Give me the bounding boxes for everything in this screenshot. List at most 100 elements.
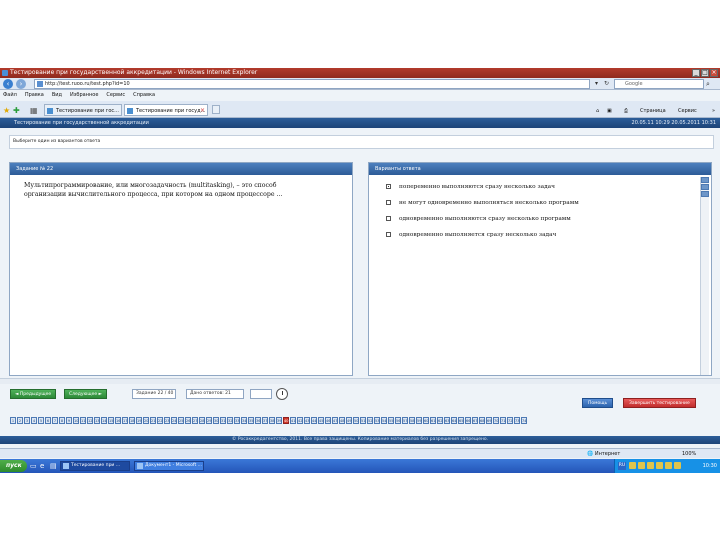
question-number-button[interactable]: 7 [52,417,58,424]
close-window-button[interactable]: × [710,69,718,77]
question-number-button[interactable]: 48 [339,417,345,424]
question-number-button[interactable]: 18 [129,417,135,424]
question-number-button[interactable]: 64 [451,417,457,424]
answer-option[interactable]: одновременно выполняются сразу несколько… [383,214,571,224]
question-number-button[interactable]: 11 [80,417,86,424]
question-number-button[interactable]: 21 [150,417,156,424]
question-number-button[interactable]: 34 [241,417,247,424]
forward-button[interactable]: › [16,79,26,89]
question-number-button[interactable]: 36 [255,417,261,424]
question-number-button[interactable]: 63 [444,417,450,424]
question-number-button[interactable]: 31 [220,417,226,424]
question-number-button[interactable]: 27 [192,417,198,424]
question-number-button[interactable]: 30 [213,417,219,424]
print-icon[interactable]: ⎙ [624,106,628,116]
tray-icon[interactable] [656,462,663,469]
question-number-button[interactable]: 19 [136,417,142,424]
question-number-button[interactable]: 24 [171,417,177,424]
question-number-button[interactable]: 3 [24,417,30,424]
new-tab-button[interactable] [212,105,220,114]
question-number-button[interactable]: 39 [276,417,282,424]
feeds-icon[interactable]: ▣ [607,106,612,116]
scroll-up-button[interactable] [701,177,709,183]
question-number-button[interactable]: 23 [164,417,170,424]
question-number-button[interactable]: 49 [346,417,352,424]
question-number-button[interactable]: 73 [514,417,520,424]
home-icon[interactable]: ⌂ [596,106,599,116]
taskbar-item-browser[interactable]: Тестирование при ... [60,461,130,471]
ie-icon[interactable]: e [40,462,48,470]
scroll-down-button[interactable] [701,191,709,197]
question-number-button[interactable]: 37 [262,417,268,424]
question-number-button[interactable]: 13 [94,417,100,424]
question-number-button[interactable]: 53 [374,417,380,424]
question-number-button[interactable]: 54 [381,417,387,424]
menu-file[interactable]: Файл [3,90,17,101]
question-number-button[interactable]: 33 [234,417,240,424]
question-number-button[interactable]: 32 [227,417,233,424]
question-number-button[interactable]: 20 [143,417,149,424]
question-number-button[interactable]: 41 [290,417,296,424]
finish-test-button[interactable]: Завершить тестирование [623,398,696,408]
language-indicator[interactable]: RU [618,462,626,470]
question-number-button[interactable]: 26 [185,417,191,424]
answer-checkbox[interactable] [386,184,391,189]
tray-icon[interactable] [638,462,645,469]
maximize-button[interactable]: □ [701,69,709,77]
answer-option[interactable]: не могут одновременно выполняться нескол… [383,198,579,208]
desktop-icon[interactable]: ▭ [30,462,38,470]
search-input[interactable]: Google [614,79,704,89]
answer-checkbox[interactable] [386,200,391,205]
menu-edit[interactable]: Правка [25,90,44,101]
question-number-button[interactable]: 55 [388,417,394,424]
question-number-button[interactable]: 74 [521,417,527,424]
question-number-button[interactable]: 71 [500,417,506,424]
question-number-button[interactable]: 22 [157,417,163,424]
question-number-button[interactable]: 15 [108,417,114,424]
prev-question-button[interactable]: ◄ Предыдущее [10,389,57,399]
answer-checkbox[interactable] [386,216,391,221]
zoom-level[interactable]: 100% [682,450,696,458]
answer-option[interactable]: одновременно выполняется сразу несколько… [383,230,556,240]
minimize-button[interactable]: _ [692,69,700,77]
url-input[interactable]: http://test.ruoo.ru/test.php?id=10 [34,79,590,89]
back-button[interactable]: ‹ [3,79,13,89]
question-number-button[interactable]: 46 [325,417,331,424]
question-number-button[interactable]: 57 [402,417,408,424]
next-question-button[interactable]: Следующее ► [64,389,108,399]
question-number-button[interactable]: 8 [59,417,65,424]
question-number-button[interactable]: 6 [45,417,51,424]
question-number-button[interactable]: 72 [507,417,513,424]
page-menu[interactable]: Страница [640,106,666,116]
question-number-button[interactable]: 44 [311,417,317,424]
tray-icon[interactable] [629,462,636,469]
tray-icon[interactable] [647,462,654,469]
refresh-icon[interactable]: ↻ [603,80,610,87]
question-number-button[interactable]: 5 [38,417,44,424]
question-number-button[interactable]: 2 [17,417,23,424]
question-number-button[interactable]: 4 [31,417,37,424]
tray-icon[interactable] [674,462,681,469]
answer-checkbox[interactable] [386,232,391,237]
question-number-button[interactable]: 35 [248,417,254,424]
question-number-button[interactable]: 66 [465,417,471,424]
question-number-button[interactable]: 28 [199,417,205,424]
taskbar-item-word[interactable]: Документ1 - Microsoft ... [134,461,204,471]
question-number-button[interactable]: 45 [318,417,324,424]
horizontal-scrollbar[interactable] [0,378,720,384]
dropdown-icon[interactable]: ▾ [593,80,600,87]
tab-test-2[interactable]: Тестирование при госуд... × [124,104,208,116]
close-tab-icon[interactable]: × [200,105,205,117]
menu-view[interactable]: Вид [52,90,62,101]
question-number-button[interactable]: 65 [458,417,464,424]
question-number-button[interactable]: 68 [479,417,485,424]
help-button[interactable]: Помощь [582,398,614,408]
favorites-star-icon[interactable]: ★ [3,107,10,115]
scroll-thumb[interactable] [701,184,709,190]
question-number-button[interactable]: 56 [395,417,401,424]
question-number-button[interactable]: 58 [409,417,415,424]
question-number-button[interactable]: 59 [416,417,422,424]
search-icon[interactable]: ⌕ [706,79,716,89]
question-number-button[interactable]: 52 [367,417,373,424]
question-number-button[interactable]: 10 [73,417,79,424]
